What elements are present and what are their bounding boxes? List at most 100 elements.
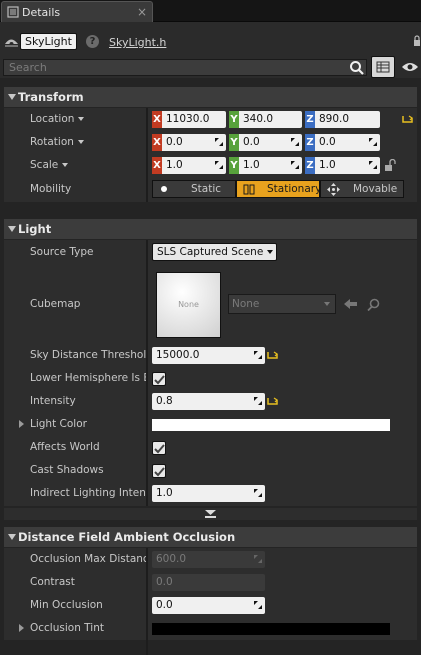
- intensity-value: 0.8: [156, 395, 173, 407]
- mobility-movable-button[interactable]: Movable: [320, 180, 404, 198]
- browse-search-icon[interactable]: [367, 298, 380, 311]
- source-type-dropdown[interactable]: SLS Captured Scene: [152, 243, 277, 261]
- close-tab-icon[interactable]: ×: [137, 5, 147, 19]
- checkmark-icon: [154, 444, 165, 454]
- light-color-swatch[interactable]: [152, 419, 390, 431]
- spin-arrows-icon[interactable]: [254, 397, 262, 405]
- mobility-static-button[interactable]: Static: [152, 180, 236, 198]
- spin-arrows-icon[interactable]: [215, 138, 223, 146]
- x-axis-marker: X: [152, 157, 162, 174]
- location-label[interactable]: Location: [30, 113, 85, 125]
- spin-arrows-icon[interactable]: [254, 489, 262, 497]
- spin-arrows-icon[interactable]: [369, 138, 377, 146]
- affects-world-label: Affects World: [30, 441, 100, 453]
- spin-arrows-icon[interactable]: [369, 161, 377, 169]
- chevron-down-icon: [267, 250, 274, 254]
- cubemap-thumbnail[interactable]: None: [156, 272, 221, 338]
- location-x-input[interactable]: 11030.0: [162, 111, 226, 128]
- advanced-expander[interactable]: [4, 508, 417, 520]
- search-icon[interactable]: [349, 60, 365, 76]
- z-axis-marker: Z: [305, 134, 315, 151]
- rotation-x-value: 0.0: [166, 136, 183, 148]
- occlusion-max-distance-label: Occlusion Max Distance: [30, 553, 146, 565]
- mobility-label: Mobility: [30, 183, 72, 195]
- rotation-x-input[interactable]: 0.0: [162, 134, 226, 151]
- category-transform[interactable]: Transform: [4, 87, 417, 107]
- sky-distance-input[interactable]: 15000.0: [152, 347, 265, 364]
- movable-icon: [327, 183, 340, 196]
- light-color-label: Light Color: [30, 418, 87, 430]
- min-occlusion-input[interactable]: 0.0: [152, 597, 265, 614]
- min-occlusion-value: 0.0: [156, 599, 173, 611]
- category-distance-field-ao[interactable]: Distance Field Ambient Occlusion: [4, 527, 417, 547]
- help-icon[interactable]: ?: [86, 35, 99, 48]
- min-occlusion-label: Min Occlusion: [30, 599, 103, 611]
- cast-shadows-checkbox[interactable]: [152, 464, 166, 478]
- scale-z-value: 1.0: [319, 159, 336, 171]
- location-z-input[interactable]: 890.0: [315, 111, 380, 128]
- reset-to-default-icon[interactable]: [267, 397, 278, 406]
- tab-label: Details: [22, 5, 61, 19]
- indirect-intensity-value: 1.0: [156, 487, 173, 499]
- unlock-icon[interactable]: [384, 159, 398, 172]
- lower-hemisphere-checkbox[interactable]: [152, 372, 166, 386]
- chevron-down-icon: [77, 140, 84, 144]
- x-axis-marker: X: [152, 111, 162, 128]
- search-input[interactable]: Search: [3, 59, 367, 76]
- collapse-arrow-icon: [8, 94, 16, 100]
- contrast-value: 0.0: [156, 576, 173, 588]
- checkmark-icon: [154, 467, 165, 477]
- static-icon: [161, 186, 167, 192]
- x-axis-marker: X: [152, 134, 162, 151]
- occlusion-tint-swatch[interactable]: [152, 623, 390, 635]
- expand-arrow-icon[interactable]: [19, 420, 24, 428]
- occlusion-tint-label: Occlusion Tint: [30, 622, 104, 634]
- property-matrix-button[interactable]: [371, 56, 395, 78]
- spin-arrows-icon[interactable]: [291, 138, 299, 146]
- scale-label[interactable]: Scale: [30, 159, 69, 171]
- spin-arrows-icon[interactable]: [215, 161, 223, 169]
- mobility-stationary-button[interactable]: Stationary: [236, 180, 320, 198]
- reset-to-default-icon[interactable]: [402, 115, 413, 124]
- cubemap-thumbnail-text: None: [178, 300, 199, 309]
- rotation-text: Rotation: [30, 136, 74, 148]
- rotation-label[interactable]: Rotation: [30, 136, 84, 148]
- location-y-input[interactable]: 340.0: [239, 111, 302, 128]
- chevron-down-icon: [78, 117, 85, 121]
- checkmark-icon: [154, 375, 165, 385]
- spin-arrows-icon[interactable]: [291, 161, 299, 169]
- intensity-label: Intensity: [30, 395, 76, 407]
- tab-bar: Details ×: [0, 0, 421, 22]
- rotation-y-input[interactable]: 0.0: [239, 134, 302, 151]
- category-title: Transform: [18, 90, 84, 104]
- object-name-field[interactable]: SkyLight: [20, 33, 77, 50]
- cubemap-asset-picker[interactable]: None: [228, 294, 336, 314]
- y-axis-marker: Y: [229, 157, 239, 174]
- affects-world-checkbox[interactable]: [152, 441, 166, 455]
- source-file-link[interactable]: SkyLight.h: [109, 36, 166, 49]
- use-selected-arrow-icon[interactable]: [344, 299, 357, 309]
- indirect-intensity-input[interactable]: 1.0: [152, 485, 265, 502]
- occlusion-max-distance-value: 600.0: [156, 553, 187, 565]
- rotation-z-input[interactable]: 0.0: [315, 134, 380, 151]
- spin-arrows-icon[interactable]: [254, 601, 262, 609]
- intensity-input[interactable]: 0.8: [152, 393, 265, 410]
- expand-arrow-icon[interactable]: [19, 624, 24, 632]
- lock-icon[interactable]: [413, 35, 421, 47]
- details-tab[interactable]: Details ×: [1, 1, 153, 22]
- reset-to-default-icon[interactable]: [267, 351, 278, 360]
- eye-icon[interactable]: [401, 61, 419, 73]
- scale-z-input[interactable]: 1.0: [315, 157, 380, 174]
- scale-x-input[interactable]: 1.0: [162, 157, 226, 174]
- category-light[interactable]: Light: [4, 219, 417, 239]
- rotation-z-value: 0.0: [319, 136, 336, 148]
- mobility-stationary-label: Stationary: [267, 183, 320, 195]
- skylight-icon: [5, 39, 18, 47]
- location-text: Location: [30, 113, 75, 125]
- contrast-input: 0.0: [152, 574, 265, 591]
- chevron-down-icon: [62, 163, 69, 167]
- spin-arrows-icon[interactable]: [254, 351, 262, 359]
- cubemap-label: Cubemap: [30, 298, 81, 310]
- z-axis-marker: Z: [305, 157, 315, 174]
- scale-y-input[interactable]: 1.0: [239, 157, 302, 174]
